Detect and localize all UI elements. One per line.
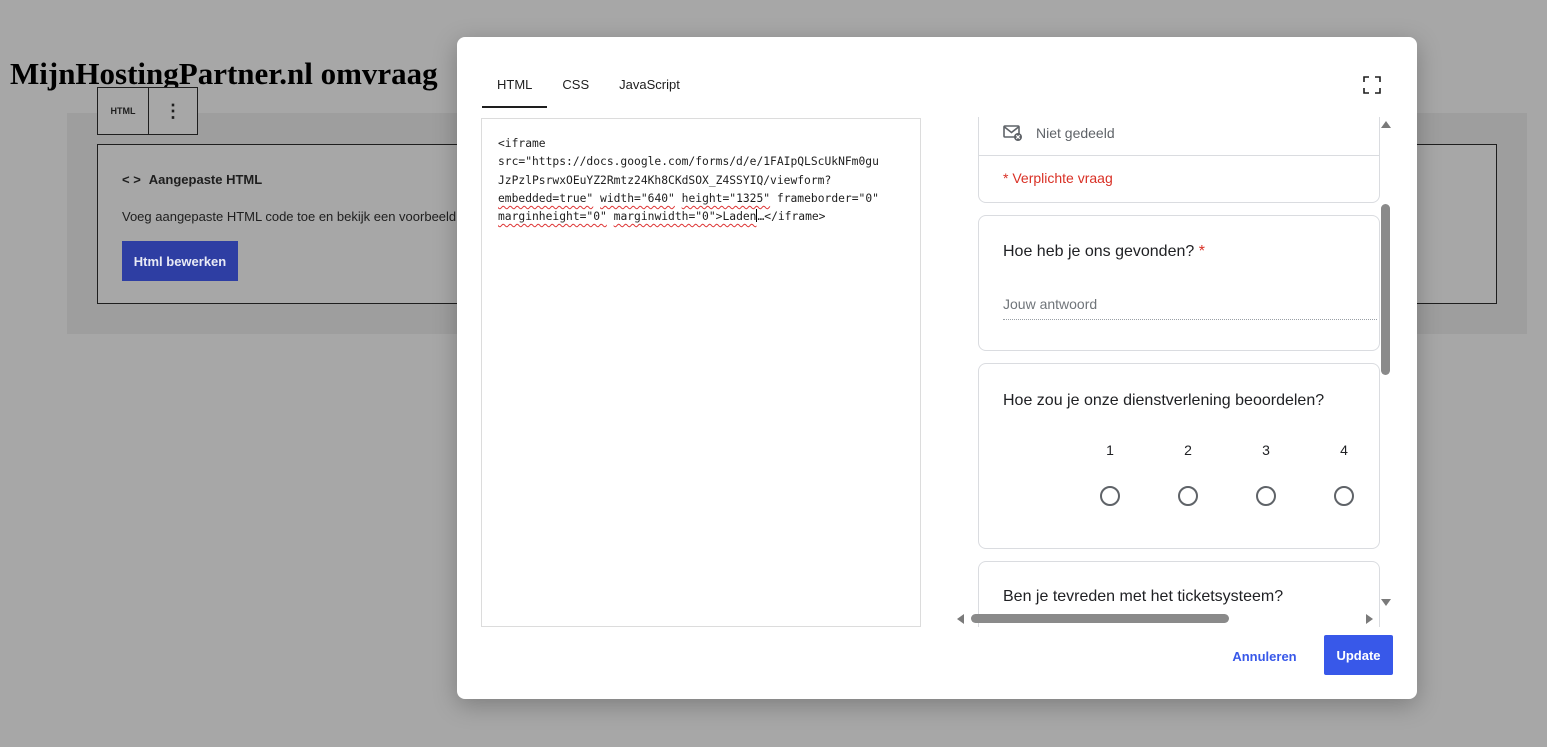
tab-css[interactable]: CSS [547,65,604,108]
edit-html-button[interactable]: Html bewerken [122,241,238,281]
scale-label: 1 [1106,442,1114,458]
scale-label: 4 [1340,442,1348,458]
rating-radio-1[interactable] [1100,486,1120,506]
rating-radio-3[interactable] [1256,486,1276,506]
rating-radio-2[interactable] [1178,486,1198,506]
code-line: <iframe [498,137,546,150]
code-icon: < > [122,172,141,187]
code-editor[interactable]: <iframe src="https://docs.google.com/for… [481,118,921,627]
scale-label: 3 [1262,442,1270,458]
block-title: Aangepaste HTML [148,172,263,187]
block-description: Voeg aangepaste HTML code toe en bekijk … [122,209,467,224]
question-title: Ben je tevreden met het ticketsysteem? [1003,588,1284,605]
required-note: * Verplichte vraag [1003,170,1113,186]
block-toolbar: HTML ⋮ [97,87,198,135]
html-editor-modal: HTML CSS JavaScript <iframe src="https:/… [457,37,1417,699]
account-row: Niet gedeeld [979,117,1379,156]
cancel-button[interactable]: Annuleren [1222,640,1307,672]
form-preview: Niet gedeeld * Verplichte vraag Hoe heb … [952,117,1394,627]
scroll-thumb[interactable] [971,614,1229,623]
question-title: Hoe heb je ons gevonden? * [1003,243,1205,261]
scroll-up-icon[interactable] [1381,121,1391,128]
scale-label: 2 [1184,442,1192,458]
question-card: Hoe heb je ons gevonden? * Jouw antwoord [978,215,1380,351]
question-text: Hoe heb je ons gevonden? [1003,243,1195,260]
not-shared-label: Niet gedeeld [1036,125,1115,141]
tab-html[interactable]: HTML [482,65,548,108]
question-title: Hoe zou je onze dienstverlening beoordel… [1003,392,1325,409]
scroll-down-icon[interactable] [1381,599,1391,606]
scroll-thumb[interactable] [1381,204,1390,375]
code-line: src="https://docs.google.com/forms/d/e/1… [498,155,879,169]
code-token: embedded=true" [498,191,594,205]
form-header-card: Niet gedeeld * Verplichte vraag [978,117,1380,203]
code-line: JzPzlPsrwxOEuYZ2Rmtz24Kh8CKdSOX_Z4SSYIQ/… [498,173,832,187]
block-type-html-button[interactable]: HTML [98,88,149,134]
fullscreen-icon[interactable] [1363,76,1381,94]
editor-tabs: HTML CSS JavaScript [482,65,695,108]
required-star: * [1198,243,1205,260]
update-button[interactable]: Update [1324,635,1393,675]
block-header: < > Aangepaste HTML [122,172,262,187]
tab-javascript[interactable]: JavaScript [604,65,695,108]
mail-not-shared-icon [1003,125,1022,141]
rating-question-card: Hoe zou je onze dienstverlening beoordel… [978,363,1380,549]
code-token: marginheight="0" [498,210,607,224]
code-token: frameborder="0" [776,191,879,205]
answer-input[interactable]: Jouw antwoord [1003,296,1377,320]
code-token: width="640" [600,191,675,205]
code-token: marginwidth="0">Laden [613,210,757,224]
code-token: height="1325" [681,191,771,205]
preview-horizontal-scrollbar[interactable] [952,611,1378,627]
scroll-left-icon[interactable] [957,614,964,624]
preview-vertical-scrollbar[interactable] [1378,117,1394,611]
page-title: MijnHostingPartner.nl omvraag [10,56,438,91]
code-token: …</iframe> [757,210,826,224]
rating-radio-4[interactable] [1334,486,1354,506]
scroll-right-icon[interactable] [1366,614,1373,624]
more-options-button[interactable]: ⋮ [149,88,197,134]
